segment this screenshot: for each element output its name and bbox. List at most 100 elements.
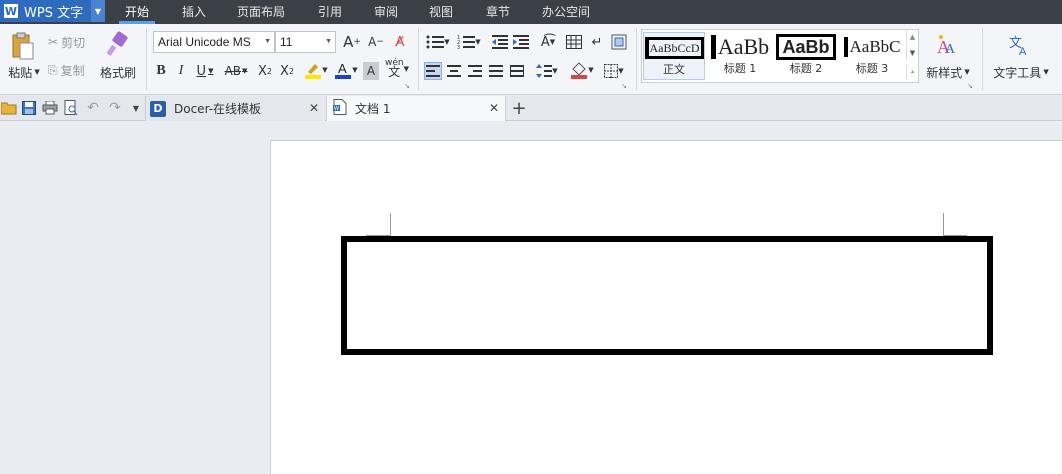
style-heading-1[interactable]: AaBb 标题 1 [709,32,771,80]
tab-start[interactable]: 开始 [119,0,156,24]
borders-icon[interactable]: ▼ [600,62,628,80]
close-icon[interactable]: ✕ [489,101,499,115]
align-left-icon[interactable] [424,62,442,80]
wps-logo-icon: W [4,4,18,18]
docer-icon: D [150,100,166,117]
clear-format-icon[interactable]: A̸ [390,32,410,52]
new-style-button[interactable]: 新样式 ▼ [922,64,974,80]
font-size-select[interactable]: 11 ▼ [275,31,336,53]
copy-button[interactable]: ⎘ 复制 [48,62,94,78]
open-folder-icon[interactable] [0,100,18,116]
tab-office-space[interactable]: 办公空间 [536,0,596,24]
close-icon[interactable]: ✕ [309,101,319,115]
tab-chapter[interactable]: 章节 [480,0,516,24]
tab-review[interactable]: 审阅 [368,0,404,24]
style-heading-1-label: 标题 1 [723,62,757,75]
find-replace-icon[interactable] [609,32,629,52]
style-heading-2[interactable]: AaBb 标题 2 [775,32,837,80]
decrease-indent-icon[interactable] [490,32,510,52]
paragraph-dialog-launcher[interactable]: ↘ [620,82,628,90]
text-tools-button[interactable]: 文字工具 ▼ [988,64,1054,80]
style-heading-2-label: 标题 2 [789,62,823,75]
bullets-icon[interactable]: ▼ [424,32,452,52]
bold-icon[interactable]: B [153,62,169,80]
svg-text:A: A [338,61,347,76]
style-heading-3[interactable]: AaBbC 标题 3 [841,32,903,80]
gallery-scroll-up[interactable]: ▲ [906,30,918,44]
save-icon[interactable] [20,100,38,116]
gallery-scroll-down[interactable]: ▼ [906,46,918,60]
gallery-more[interactable]: ⩡ [906,64,918,80]
grow-font-icon[interactable]: A + [342,32,362,52]
highlight-icon[interactable]: ▼ [302,60,330,80]
table-icon[interactable] [564,32,584,52]
style-heading-1-preview: AaBb [710,35,769,59]
tab-docer-templates[interactable]: D Docer-在线模板 ✕ [145,96,325,121]
copy-icon: ⎘ [48,62,58,77]
shading-icon[interactable]: ▼ [568,60,596,80]
tab-docer-title: Docer-在线模板 [174,102,262,116]
align-center-icon[interactable] [445,62,463,80]
svg-text:A: A [945,42,956,57]
justify-icon[interactable] [487,62,505,80]
tab-document-title: 文档 1 [355,102,391,116]
paragraph-mark-icon[interactable]: ↵ [588,32,606,52]
redo-icon[interactable]: ↷ [106,100,124,116]
print-icon[interactable] [41,100,59,116]
brush-icon[interactable] [104,30,132,58]
scissors-icon: ✂ [48,35,59,49]
margin-mark-left [390,213,391,236]
customize-toolbar-icon[interactable]: ▼ [130,100,142,116]
phonetic-guide-icon[interactable]: wén 文 ▼ [384,58,410,80]
align-right-icon[interactable] [466,62,484,80]
font-color-icon[interactable]: A ▼ [332,60,360,80]
style-normal[interactable]: AaBbCcD 正文 [643,32,705,80]
font-dialog-launcher[interactable]: ↘ [403,82,411,90]
menu-bar: W WPS 文字 ▼ 开始 插入 页面布局 引用 审阅 视图 章节 办公空间 [0,0,1062,24]
app-dropdown-icon[interactable]: ▼ [91,0,105,22]
cut-button[interactable]: ✂ 剪切 [48,34,94,50]
underline-icon[interactable]: U ▼ [193,62,217,80]
ribbon: 粘贴 ▼ ✂ 剪切 ⎘ 复制 格式刷 Arial Unicode MS ▼ 11 ▼ A +… [0,24,1062,95]
subscript-icon[interactable]: X2 [278,62,296,80]
increase-indent-icon[interactable] [511,32,531,52]
undo-icon[interactable]: ↶ [84,100,102,116]
margin-mark-right [943,213,944,236]
strikethrough-icon[interactable]: AB ▼ [222,62,250,80]
tab-page-layout[interactable]: 页面布局 [231,0,291,24]
styles-dialog-launcher[interactable]: ↘ [966,82,974,90]
style-normal-preview: AaBbCcD [644,37,704,59]
numbering-icon[interactable]: 1 2 3 ▼ [455,32,483,52]
paste-icon[interactable] [8,30,38,62]
text-direction-icon[interactable]: A͡ ▼ [534,32,562,52]
svg-text:3: 3 [457,45,460,49]
svg-text:W: W [334,106,339,112]
tab-references[interactable]: 引用 [312,0,348,24]
app-name: WPS 文字 [24,5,84,21]
shrink-font-icon[interactable]: A − [366,32,386,52]
superscript-icon[interactable]: X2 [256,62,274,80]
print-preview-icon[interactable] [62,100,80,116]
char-shading-icon[interactable]: A [363,62,379,80]
app-menu-button[interactable]: W WPS 文字 ▼ [0,0,105,22]
svg-text:A: A [1019,46,1027,57]
paste-button[interactable]: 粘贴 ▼ [4,64,44,80]
tab-insert[interactable]: 插入 [176,0,212,24]
format-painter-button[interactable]: 格式刷 [98,64,138,80]
document-icon: W [333,99,347,118]
style-heading-3-label: 标题 3 [855,62,889,75]
new-tab-icon[interactable]: + [510,98,528,119]
style-normal-label: 正文 [663,63,685,76]
style-heading-3-preview: AaBbC [843,37,901,57]
distributed-icon[interactable] [508,62,526,80]
bordered-text-box[interactable] [341,236,993,355]
tab-document-1[interactable]: W 文档 1 ✕ [326,96,506,121]
quick-access-bar: ↶ ↷ ▼ D Docer-在线模板 ✕ W 文档 1 ✕ + [0,96,1062,121]
text-tools-icon[interactable]: 文A [1008,32,1034,58]
style-heading-2-preview: AaBb [776,34,836,60]
new-style-icon[interactable]: AA [934,32,960,58]
font-name-select[interactable]: Arial Unicode MS ▼ [153,31,275,53]
line-spacing-icon[interactable]: ▼ [533,62,561,80]
italic-icon[interactable]: I [173,62,189,80]
tab-view[interactable]: 视图 [423,0,459,24]
